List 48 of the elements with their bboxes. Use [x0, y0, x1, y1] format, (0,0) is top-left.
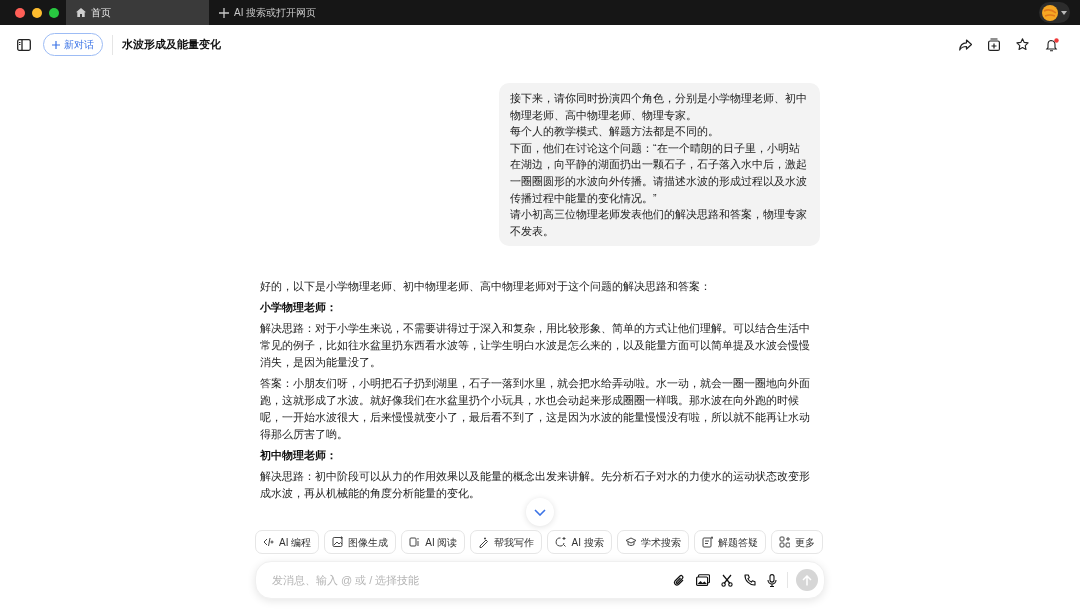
conversation-title: 水波形成及能量变化 [122, 37, 221, 53]
user-message-bubble: 接下来，请你同时扮演四个角色，分别是小学物理老师、初中物理老师、高中物理老师、物理专家。 每个人的教学模式、解题方法都是不同的。 下面，他们在讨论这个问题：“在一个晴朗的日子里，小明站在湖边，向平静的湖面扔出一颗石子，石子落入水中后，激起一圈圈圆形的水波向外传播。请描述水波的形成过程以及水波传播过程中能量的变化情况。” 请小初高三位物理老师发表他们的解决思路和答案，物理专家不发表。 [499, 83, 820, 247]
section-heading: 小学物理老师： [260, 300, 337, 316]
skill-chip[interactable]: 图像生成 [324, 530, 397, 554]
new-tab-button[interactable]: AI 搜索或打开网页 [209, 0, 317, 25]
microphone-icon[interactable] [767, 573, 777, 587]
skill-chip[interactable]: AI 编程 [255, 530, 320, 554]
close-window-button[interactable] [15, 7, 25, 18]
grid-icon [778, 536, 790, 548]
browser-tab[interactable]: 首页 [66, 0, 209, 25]
sidebar-toggle-icon[interactable] [17, 38, 31, 51]
arrow-up-icon [802, 574, 812, 586]
skill-chip[interactable]: 解题答疑 [693, 530, 766, 554]
document-icon [701, 536, 713, 548]
image-icon[interactable] [696, 574, 710, 586]
star-icon[interactable] [1016, 38, 1029, 51]
skill-chip[interactable]: 更多 [770, 530, 823, 554]
message-input-field[interactable]: 发消息、输入 @ 或 / 选择技能 [272, 571, 673, 589]
answer-paragraph: 答案：小朋友们呀，小明把石子扔到湖里，石子一落到水里，就会把水给弄动啦。水一动，就会一圈一圈地向外面跑，这就形成了水波。就好像我们在水盆里扔个小玩具，水也会动起来形成圈圈一样哦。那水波在向外跑的时候呢，一开始水波很大，后来慢慢就变小了，最后看不到了，这是因为水波的能量慢慢没有啦，所以就不能再让水动得那么厉害了哟。 [260, 376, 811, 443]
message-composer[interactable]: 发消息、输入 @ 或 / 选择技能 [255, 561, 825, 599]
answer-paragraph: 好的，以下是小学物理老师、初中物理老师、高中物理老师对于这个问题的解决思路和答案： [260, 279, 712, 295]
pen-icon [478, 536, 490, 548]
profile-button[interactable] [1039, 2, 1070, 23]
image-icon [332, 536, 344, 548]
home-icon [76, 8, 86, 17]
plus-icon [52, 40, 60, 49]
skill-chip[interactable]: 学术搜索 [616, 530, 689, 554]
share-icon[interactable] [959, 38, 972, 51]
search-icon [555, 536, 567, 548]
caret-icon [1061, 10, 1067, 15]
section-heading: 初中物理老师： [260, 448, 337, 464]
skill-chip[interactable]: 帮我写作 [470, 530, 543, 554]
plus-icon [219, 7, 229, 18]
paperclip-icon[interactable] [673, 573, 685, 587]
code-icon [263, 536, 274, 548]
skill-chip[interactable]: AI 阅读 [401, 530, 466, 554]
maximize-window-button[interactable] [49, 7, 59, 18]
notification-bell-icon[interactable] [1045, 37, 1059, 52]
save-icon[interactable] [988, 38, 1000, 51]
graduation-cap-icon [624, 536, 636, 548]
scissors-icon[interactable] [721, 573, 733, 587]
avatar-icon [1042, 4, 1058, 21]
phone-icon[interactable] [744, 574, 756, 586]
minimize-window-button[interactable] [32, 7, 42, 18]
skill-chip[interactable]: AI 搜索 [547, 530, 612, 554]
answer-paragraph: 解决思路：初中阶段可以从力的作用效果以及能量的概念出发来讲解。先分析石子对水的力使水的运动状态改变形成水波，再从机械能的角度分析能量的变化。 [260, 469, 811, 502]
answer-paragraph: 解决思路：对于小学生来说，不需要讲得过于深入和复杂，用比较形象、简单的方式让他们理解。可以结合生活中常见的例子，比如往水盆里扔东西看水波等，让学生明白水波是怎么来的，以及能量方面可以简单提及水波会慢慢消失，是因为能量没了。 [260, 321, 811, 371]
chevron-down-icon [534, 508, 546, 516]
